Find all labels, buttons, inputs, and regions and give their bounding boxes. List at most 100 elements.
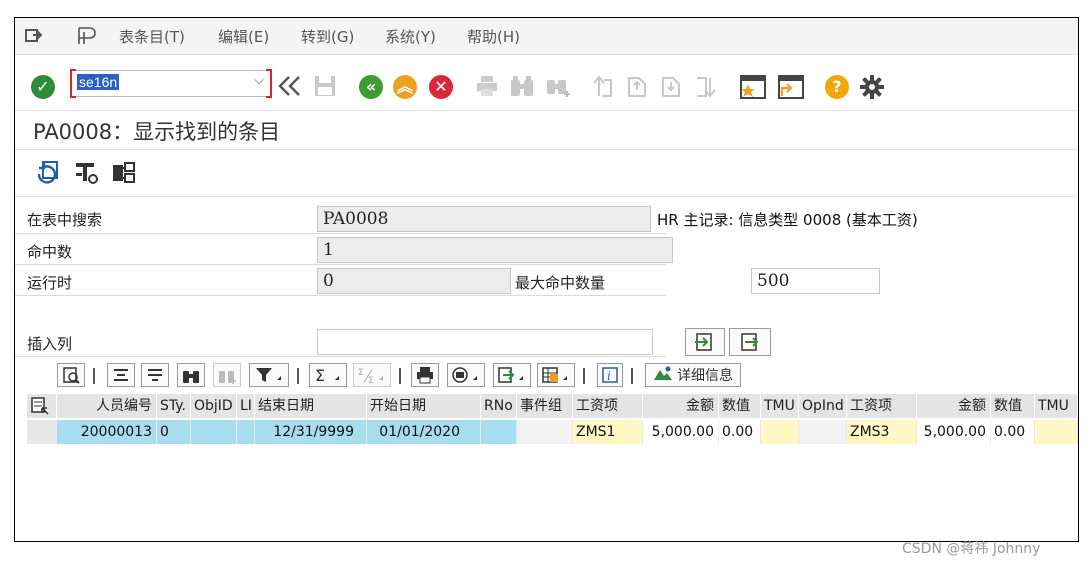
column-header-number-2[interactable]: 数值: [991, 394, 1035, 418]
double-chevron-left-icon[interactable]: [277, 74, 303, 102]
cell-wage-type-1[interactable]: ZMS1: [573, 420, 643, 444]
toolbar-separator: [399, 368, 401, 384]
toolbar-separator: [631, 368, 633, 384]
create-session-icon[interactable]: [739, 74, 767, 104]
cell-end-date[interactable]: 12/31/9999: [255, 420, 367, 444]
svg-text:Σ: Σ: [358, 368, 364, 378]
menu-item-goto[interactable]: 转到(G): [301, 26, 354, 47]
column-header-wage-type-2[interactable]: 工资项: [847, 394, 917, 418]
subtotal-icon[interactable]: ΣΣ: [353, 363, 391, 387]
sort-descending-icon[interactable]: [141, 363, 169, 387]
details-view-icon[interactable]: [57, 363, 85, 387]
column-header-amount-2[interactable]: 金额: [917, 394, 991, 418]
divider: [15, 295, 666, 296]
details-button-label: 详细信息: [677, 368, 733, 384]
enter-check-icon[interactable]: ✓: [31, 75, 55, 99]
column-header-end-date[interactable]: 结束日期: [255, 394, 367, 418]
find-next-icon[interactable]: [545, 74, 573, 102]
insert-column-input[interactable]: [317, 329, 653, 355]
cell-time-unit-2[interactable]: [1035, 420, 1078, 444]
cell-number-2[interactable]: 0.00: [991, 420, 1035, 444]
cancel-icon[interactable]: ✕: [429, 75, 453, 99]
exit-icon[interactable]: ︽: [393, 75, 417, 99]
find-icon[interactable]: [177, 363, 205, 387]
cell-time-unit-1[interactable]: [761, 420, 799, 444]
menu-toggle-icon[interactable]: [25, 27, 43, 47]
gear-icon[interactable]: [859, 74, 885, 104]
previous-page-icon[interactable]: [625, 74, 649, 102]
cell-object-id[interactable]: [191, 420, 237, 444]
cell-subtype[interactable]: 0: [157, 420, 191, 444]
cell-record-number[interactable]: [481, 420, 517, 444]
refresh-icon[interactable]: [35, 160, 61, 190]
info-icon[interactable]: i: [597, 363, 623, 387]
filter-icon[interactable]: [249, 363, 289, 387]
command-field[interactable]: se16n ⌵: [70, 69, 272, 98]
layout-icon[interactable]: [537, 363, 575, 387]
filter-settings-icon[interactable]: [73, 160, 99, 190]
menu-item-help[interactable]: 帮助(H): [467, 26, 520, 47]
sum-icon[interactable]: Σ: [309, 363, 347, 387]
grid-toolbar: Σ ΣΣ i 详细信息: [15, 360, 1078, 392]
menu-item-table-entry[interactable]: 表条目(T): [119, 26, 185, 47]
column-header-subtype[interactable]: STy.: [157, 394, 191, 418]
cell-operation-indicator[interactable]: [799, 420, 847, 444]
cell-amount-1[interactable]: 5,000.00: [643, 420, 719, 444]
menu-bar: 表条目(T) 编辑(E) 转到(G) 系统(Y) 帮助(H): [15, 18, 1078, 54]
column-header-amount-1[interactable]: 金额: [643, 394, 719, 418]
export-icon[interactable]: [493, 363, 531, 387]
next-page-icon[interactable]: [659, 74, 683, 102]
toolbar-separator: [583, 368, 585, 384]
column-header-record-number[interactable]: RNo: [481, 394, 517, 418]
save-icon[interactable]: [313, 74, 337, 102]
max-hits-input[interactable]: 500: [751, 268, 880, 294]
column-header-time-unit-1[interactable]: TMU: [761, 394, 799, 418]
find-next-icon[interactable]: [213, 363, 241, 387]
insert-column-label: 插入列: [27, 335, 73, 353]
insert-all-columns-button[interactable]: [729, 328, 771, 356]
column-header-operation-indicator[interactable]: OpInd: [799, 394, 847, 418]
focus-bracket-right: [266, 69, 272, 98]
last-page-icon[interactable]: [693, 74, 717, 102]
find-icon[interactable]: [509, 74, 535, 102]
application-toolbar: [15, 148, 1078, 194]
select-all-icon[interactable]: [27, 394, 57, 418]
command-field-value: se16n: [77, 74, 120, 90]
sap-p-icon[interactable]: [77, 27, 97, 49]
cell-number-1[interactable]: 0.00: [719, 420, 761, 444]
back-icon[interactable]: «: [359, 75, 383, 99]
cell-event-group[interactable]: [517, 420, 573, 444]
cell-wage-type-2[interactable]: ZMS3: [847, 420, 917, 444]
menu-item-edit[interactable]: 编辑(E): [218, 26, 269, 47]
column-header-event-group[interactable]: 事件组: [517, 394, 573, 418]
shortcut-icon[interactable]: [777, 74, 805, 104]
column-header-time-unit-2[interactable]: TMU: [1035, 394, 1078, 418]
column-header-start-date[interactable]: 开始日期: [367, 394, 481, 418]
print-icon[interactable]: [411, 363, 439, 387]
hits-field: 1: [317, 237, 673, 263]
sort-ascending-icon[interactable]: [107, 363, 135, 387]
column-header-personnel-number[interactable]: 人员编号: [57, 394, 157, 418]
print-icon[interactable]: [475, 74, 499, 102]
focus-bracket-left: [70, 69, 76, 98]
hits-label: 命中数: [27, 243, 73, 261]
column-header-number-1[interactable]: 数值: [719, 394, 761, 418]
cell-start-date[interactable]: 01/01/2020: [367, 420, 481, 444]
toolbar-separator: [93, 368, 95, 384]
menu-item-system[interactable]: 系统(Y): [385, 26, 436, 47]
column-header-lock-indicator[interactable]: LI: [237, 394, 255, 418]
structure-icon[interactable]: [111, 160, 137, 190]
help-icon[interactable]: ?: [825, 75, 849, 99]
row-selector[interactable]: [27, 420, 57, 444]
details-button[interactable]: 详细信息: [645, 363, 741, 387]
cell-personnel-number[interactable]: 20000013: [57, 420, 157, 444]
cell-amount-2[interactable]: 5,000.00: [917, 420, 991, 444]
chevron-down-icon[interactable]: ⌵: [254, 73, 264, 88]
divider: [15, 110, 1078, 111]
column-header-wage-type-1[interactable]: 工资项: [573, 394, 643, 418]
insert-column-button[interactable]: [685, 328, 725, 356]
views-icon[interactable]: [447, 363, 485, 387]
column-header-object-id[interactable]: ObjID: [191, 394, 237, 418]
first-page-icon[interactable]: [591, 74, 615, 102]
cell-lock-indicator[interactable]: [237, 420, 255, 444]
